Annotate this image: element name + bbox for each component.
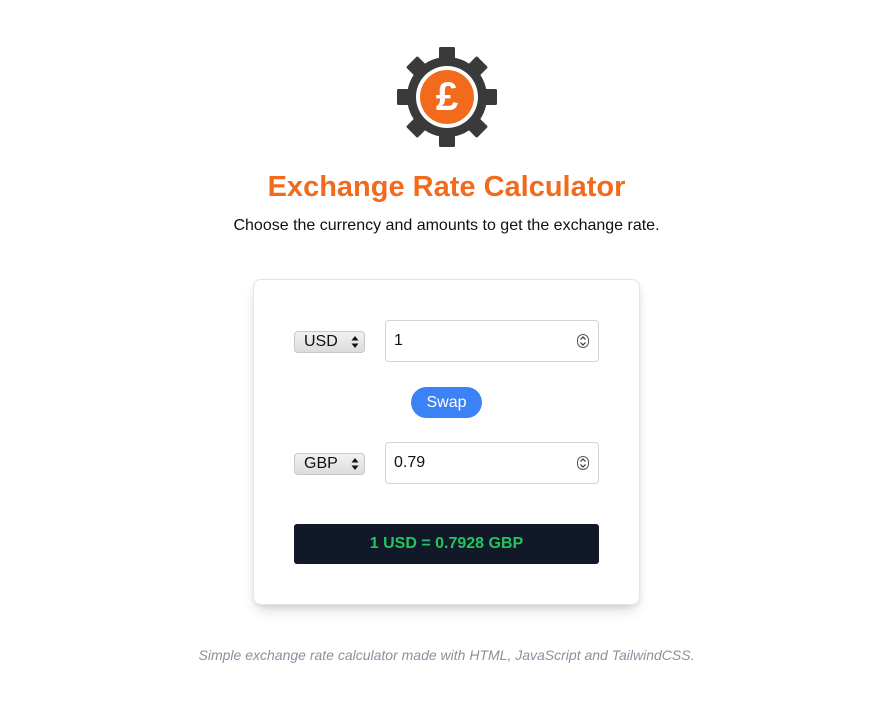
number-spinner-icon[interactable] — [577, 334, 589, 348]
select-arrows-icon — [351, 336, 359, 348]
page: £ Exchange Rate Calculator Choose the cu… — [0, 0, 887, 725]
from-currency-value: USD — [304, 333, 338, 350]
gear-pound-icon: £ — [397, 47, 497, 147]
select-arrows-icon — [351, 458, 359, 470]
footer-note: Simple exchange rate calculator made wit… — [198, 647, 695, 663]
calculator-card: USD 1 Swap GBP 0.79 1 USD = 0.7928 GBP — [253, 279, 640, 605]
to-amount-value: 0.79 — [394, 454, 426, 471]
from-amount-input[interactable]: 1 — [385, 320, 599, 362]
to-currency-value: GBP — [304, 455, 338, 472]
from-amount-value: 1 — [394, 332, 403, 349]
swap-button[interactable]: Swap — [411, 387, 482, 418]
svg-text:£: £ — [436, 75, 458, 119]
exchange-rate-display: 1 USD = 0.7928 GBP — [294, 524, 599, 564]
number-spinner-icon[interactable] — [577, 456, 589, 470]
page-subtitle: Choose the currency and amounts to get t… — [233, 217, 660, 234]
page-title: Exchange Rate Calculator — [267, 171, 626, 203]
to-amount-input[interactable]: 0.79 — [385, 442, 599, 484]
to-currency-select[interactable]: GBP — [294, 453, 365, 475]
from-currency-select[interactable]: USD — [294, 331, 365, 353]
